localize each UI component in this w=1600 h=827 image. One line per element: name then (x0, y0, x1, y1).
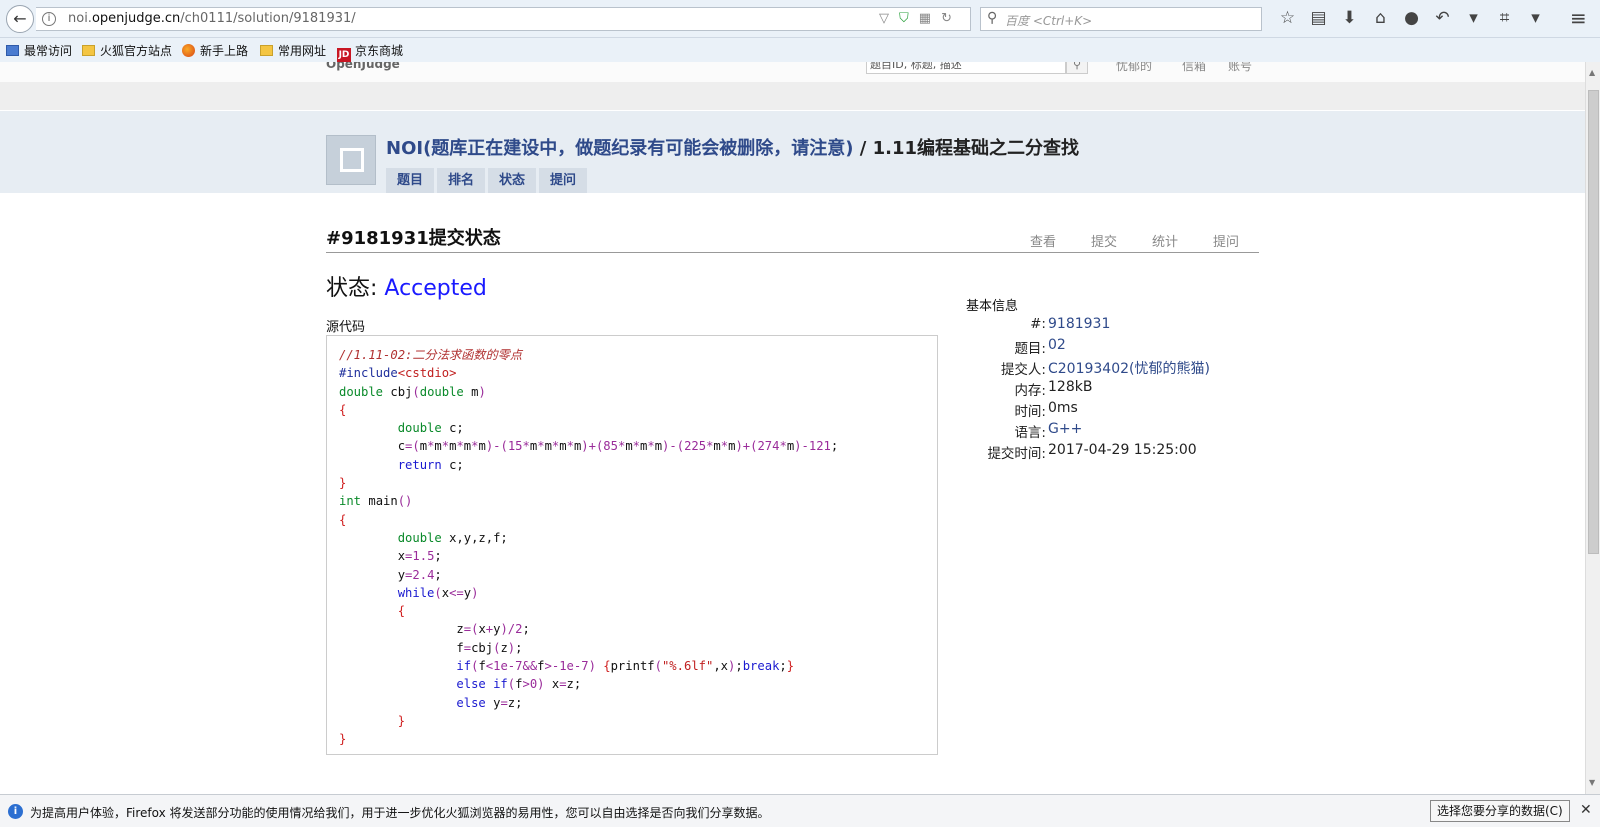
submitter-link[interactable]: C20193402(忧郁的熊猫) (1048, 358, 1210, 378)
info-row-submit-time: 提交时间: 2017-04-29 15:25:00 (987, 442, 1197, 462)
time-value: 0ms (1048, 400, 1078, 416)
page-content: OpenJudge 题目ID, 标题, 描述 ⚲ 忧郁的 信箱 账号 NOI(题… (0, 62, 1585, 794)
source-code-label: 源代码 (326, 320, 366, 335)
tab-ranking[interactable]: 排名 (437, 168, 486, 193)
site-search-input[interactable]: 题目ID, 标题, 描述 (866, 62, 1066, 74)
info-row-memory: 内存: 128kB (1014, 379, 1093, 399)
bookmark-most-visited[interactable]: 最常访问 (6, 42, 72, 59)
submit-time-value: 2017-04-29 15:25:00 (1048, 442, 1197, 458)
notification-bar: i 为提高用户体验，Firefox 将发送部分功能的使用情况给我们，用于进一步优… (0, 794, 1600, 827)
folder-icon (82, 45, 95, 56)
group-nav: 题目 排名 状态 提问 (386, 168, 590, 193)
search-bar[interactable]: ⚲ 百度 <Ctrl+K> (980, 7, 1262, 31)
info-icon: i (8, 804, 23, 819)
notification-text: 为提高用户体验，Firefox 将发送部分功能的使用情况给我们，用于进一步优化火… (30, 806, 770, 820)
shield-icon[interactable]: ⛉ (899, 11, 919, 26)
people-icon (340, 148, 364, 172)
language-link[interactable]: G++ (1048, 421, 1082, 437)
divider (326, 252, 1259, 253)
folder-icon (260, 45, 273, 56)
home-icon[interactable]: ⌂ (1365, 8, 1396, 28)
info-row-id: #: 9181931 (1030, 316, 1111, 332)
back-button[interactable]: ← (6, 5, 34, 33)
scroll-down-icon[interactable]: ▼ (1589, 778, 1595, 787)
info-row-problem: 题目: 02 (1014, 337, 1066, 357)
account-link[interactable]: 账号 (1228, 62, 1252, 74)
undo-dropdown-icon[interactable]: ▾ (1458, 8, 1489, 28)
menu-icon[interactable]: ≡ (1570, 6, 1587, 30)
download-icon[interactable]: ⬇ (1334, 8, 1365, 28)
scroll-up-icon[interactable]: ▲ (1589, 68, 1595, 77)
toolbar-icons: ☆ ▤ ⬇ ⌂ ● ↶ ▾ ⌗ ▾ (1272, 8, 1551, 28)
undo-icon[interactable]: ↶ (1427, 8, 1458, 28)
info-row-time: 时间: 0ms (1014, 400, 1078, 420)
submission-links: 查看 提交 统计 提问 (1030, 231, 1274, 250)
statistics-link[interactable]: 统计 (1152, 231, 1178, 250)
search-placeholder: 百度 <Ctrl+K> (1005, 14, 1093, 28)
submission-id-link[interactable]: 9181931 (1048, 316, 1110, 332)
bookmark-getting-started[interactable]: 新手上路 (182, 42, 248, 59)
tab-status[interactable]: 状态 (488, 168, 537, 193)
ask-link[interactable]: 提问 (1213, 231, 1239, 250)
close-icon[interactable]: ✕ (1580, 802, 1592, 818)
memory-value: 128kB (1048, 379, 1093, 395)
crop-dropdown-icon[interactable]: ▾ (1520, 8, 1551, 28)
page-scrollbar[interactable]: ▲ ▼ (1585, 62, 1600, 794)
bookmarks-bar: 最常访问 火狐官方站点 新手上路 常用网址 JD 京东商城 (0, 38, 1600, 62)
share-data-button[interactable]: 选择您要分享的数据(C) (1430, 800, 1570, 822)
firefox-icon (182, 44, 195, 57)
bookmark-firefox-official[interactable]: 火狐官方站点 (82, 42, 172, 59)
group-avatar (326, 135, 376, 185)
user-link[interactable]: 忧郁的 (1116, 62, 1152, 74)
source-code-box[interactable]: //1.11-02:二分法求函数的零点 #include<cstdio> dou… (326, 335, 938, 755)
submit-link[interactable]: 提交 (1091, 231, 1117, 250)
info-row-submitter: 提交人: C20193402(忧郁的熊猫) (966, 358, 1266, 379)
problem-link[interactable]: 02 (1048, 337, 1066, 353)
group-name-link[interactable]: NOI(题库正在建设中，做题纪录有可能会被删除，请注意) (386, 138, 854, 159)
tab-problems[interactable]: 题目 (386, 168, 435, 193)
crop-icon[interactable]: ⌗ (1489, 8, 1520, 28)
site-logo[interactable]: OpenJudge (326, 62, 400, 71)
url-text[interactable]: noi.openjudge.cn/ch0111/solution/9181931… (68, 11, 356, 26)
bookmark-common-sites[interactable]: 常用网址 (260, 42, 326, 59)
info-row-language: 语言: G++ (1014, 421, 1083, 441)
jd-icon: JD (337, 48, 351, 62)
view-link[interactable]: 查看 (1030, 231, 1056, 250)
mailbox-link[interactable]: 信箱 (1182, 62, 1206, 74)
url-action-icons: ▽⛉▦↻ (879, 11, 962, 26)
status-line: 状态: Accepted (326, 276, 487, 301)
group-title: NOI(题库正在建设中，做题纪录有可能会被删除，请注意) / 1.11编程基础之… (386, 138, 1080, 159)
site-search-icon[interactable]: ⚲ (1066, 62, 1088, 74)
basic-info-title: 基本信息 (966, 299, 1019, 314)
reload-icon[interactable]: ↻ (941, 11, 962, 26)
browser-toolbar: ← i noi.openjudge.cn/ch0111/solution/918… (0, 0, 1600, 38)
bookmark-star-icon[interactable]: ☆ (1272, 8, 1303, 28)
search-icon: ⚲ (987, 10, 998, 26)
scroll-thumb[interactable] (1588, 90, 1599, 554)
qr-code-icon[interactable]: ▦ (919, 11, 941, 26)
back-arrow-icon: ← (13, 9, 27, 28)
dropdown-arrow-icon[interactable]: ▽ (879, 11, 899, 26)
address-bar[interactable]: i noi.openjudge.cn/ch0111/solution/91819… (36, 7, 971, 31)
reading-list-icon[interactable]: ▤ (1303, 8, 1334, 28)
status-value: Accepted (384, 276, 487, 301)
tab-questions[interactable]: 提问 (539, 168, 588, 193)
page-icon (6, 45, 19, 56)
submission-title: #9181931提交状态 (326, 228, 501, 249)
section-name-link[interactable]: 1.11编程基础之二分查找 (873, 138, 1079, 159)
site-subheader (0, 82, 1585, 110)
chat-icon[interactable]: ● (1396, 8, 1427, 28)
bookmark-jd[interactable]: JD 京东商城 (337, 42, 403, 62)
source-code[interactable]: //1.11-02:二分法求函数的零点 #include<cstdio> dou… (339, 346, 838, 749)
site-header: OpenJudge 题目ID, 标题, 描述 ⚲ 忧郁的 信箱 账号 (0, 62, 1585, 82)
site-info-icon[interactable]: i (42, 12, 56, 26)
